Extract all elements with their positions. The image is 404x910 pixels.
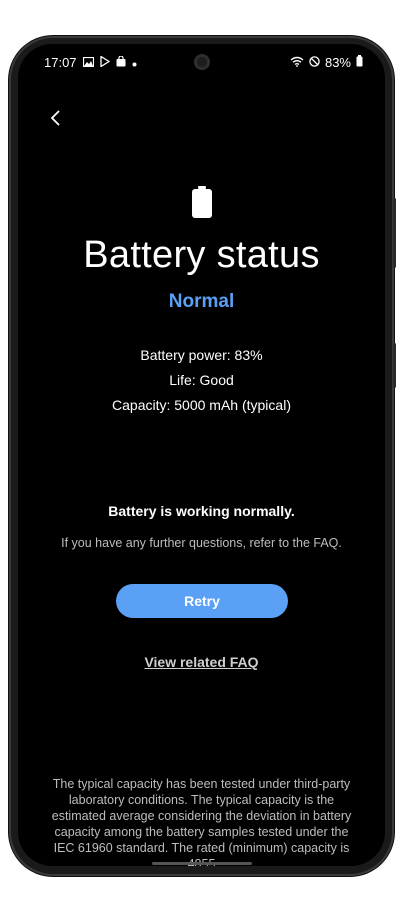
dot-icon <box>132 55 137 70</box>
battery-life: Life: Good <box>169 372 234 388</box>
status-message: Battery is working normally. <box>108 503 295 519</box>
power-button <box>393 343 396 388</box>
retry-button[interactable]: Retry <box>116 584 288 618</box>
battery-icon <box>356 55 363 70</box>
gallery-icon <box>82 55 94 70</box>
clock: 17:07 <box>44 55 77 70</box>
battery-status-icon <box>192 186 212 218</box>
do-not-disturb-icon <box>309 55 320 70</box>
wifi-icon <box>290 55 304 70</box>
front-camera <box>194 54 210 70</box>
page-title: Battery status <box>83 234 320 276</box>
capacity-footnote: The typical capacity has been tested und… <box>51 777 352 866</box>
status-bar-left: 17:07 <box>44 55 137 70</box>
battery-power: Battery power: 83% <box>140 347 263 363</box>
battery-capacity: Capacity: 5000 mAh (typical) <box>112 397 291 413</box>
screen: 17:07 83% Battery status Normal Battery … <box>18 44 385 866</box>
home-indicator[interactable] <box>152 862 252 865</box>
back-arrow-icon[interactable] <box>46 108 66 128</box>
status-subtext: If you have any further questions, refer… <box>61 536 342 550</box>
view-faq-link[interactable]: View related FAQ <box>18 654 385 670</box>
shopping-bag-icon <box>116 55 126 70</box>
battery-status-value: Normal <box>168 291 235 312</box>
volume-button <box>393 198 396 268</box>
battery-percent: 83% <box>324 55 351 70</box>
status-bar: 17:07 83% <box>18 44 385 80</box>
status-bar-right: 83% <box>290 55 363 70</box>
play-store-icon <box>99 55 110 70</box>
